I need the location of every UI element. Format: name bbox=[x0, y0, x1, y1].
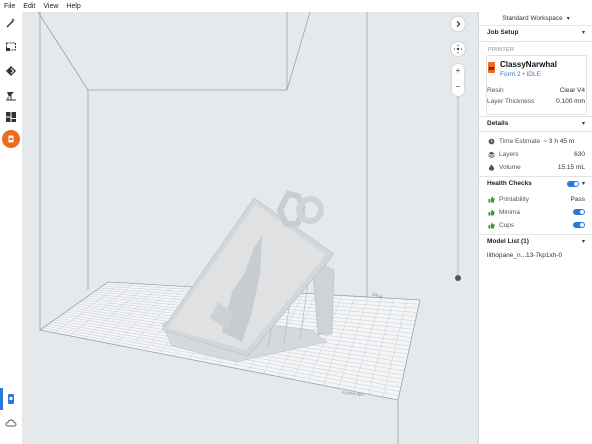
divider bbox=[479, 176, 592, 177]
minima-toggle[interactable] bbox=[573, 209, 585, 215]
layers-value: 630 bbox=[574, 150, 585, 158]
zoom-controls: + − bbox=[452, 64, 464, 96]
select-box-icon[interactable] bbox=[4, 40, 18, 54]
layers-row: Layers 630 bbox=[487, 150, 585, 158]
right-panel: Standard Workspace ▾ Job Setup ▾ PRINTER… bbox=[478, 12, 592, 444]
divider bbox=[479, 116, 592, 117]
menu-view[interactable]: View bbox=[39, 3, 62, 10]
time-estimate-value: ~ 3 h 45 m bbox=[543, 137, 575, 145]
health-checks-toggle[interactable] bbox=[566, 180, 579, 187]
layer-thickness-row[interactable]: Layer Thickness 0.100 mm bbox=[487, 98, 585, 105]
layer-thickness-label: Layer Thickness bbox=[487, 98, 535, 105]
printer-thumbnail-icon bbox=[488, 62, 495, 73]
details-title: Details bbox=[487, 120, 509, 127]
printability-label: Printability bbox=[499, 195, 529, 203]
volume-row: Volume 15.15 mL bbox=[487, 163, 585, 171]
magic-wand-icon[interactable] bbox=[4, 16, 18, 30]
model-list-title: Model List (1) bbox=[487, 238, 529, 245]
zoom-out-button[interactable]: − bbox=[452, 82, 464, 92]
workspace-label: Standard Workspace bbox=[502, 15, 563, 22]
workspace-dropdown[interactable]: Standard Workspace ▾ bbox=[479, 12, 592, 26]
printer-card[interactable]: ClassyNarwhal Form 2 • IDLE bbox=[488, 55, 584, 85]
chevron-down-icon: ▾ bbox=[566, 16, 570, 22]
divider bbox=[479, 234, 592, 235]
printer-name: ClassyNarwhal bbox=[500, 60, 557, 69]
clock-icon bbox=[487, 137, 495, 145]
chevron-down-icon: ▾ bbox=[581, 181, 585, 187]
model-list-header[interactable]: Model List (1) ▾ bbox=[487, 238, 585, 245]
cups-toggle[interactable] bbox=[573, 222, 585, 228]
printer-caption: PRINTER bbox=[488, 47, 515, 53]
minima-label: Minima bbox=[499, 208, 520, 216]
zoom-in-button[interactable]: + bbox=[452, 66, 464, 76]
job-setup-title: Job Setup bbox=[487, 29, 519, 36]
minima-row: Minima bbox=[487, 208, 585, 216]
health-checks-title: Health Checks bbox=[487, 180, 532, 187]
resin-label: Resin bbox=[487, 87, 504, 94]
layer-thickness-value[interactable]: 0.100 mm bbox=[556, 98, 585, 105]
printability-row: Printability Pass bbox=[487, 195, 585, 203]
3d-viewport[interactable]: BACK FORMLABS + − bbox=[22, 12, 478, 444]
print-icon[interactable] bbox=[2, 130, 20, 148]
details-header[interactable]: Details ▾ bbox=[487, 120, 585, 127]
menu-file[interactable]: File bbox=[0, 3, 19, 10]
scene-canvas: BACK FORMLABS bbox=[37, 12, 461, 444]
layers-icon bbox=[487, 150, 495, 158]
chevron-down-icon: ▾ bbox=[581, 239, 585, 245]
model-list-item[interactable]: lithopane_n...13-7kp1xh-0 bbox=[487, 252, 585, 259]
rotate-view-control[interactable] bbox=[451, 42, 465, 56]
plate-label-front: FORMLABS bbox=[342, 390, 365, 397]
cups-row: Cups bbox=[487, 221, 585, 229]
cups-label: Cups bbox=[499, 221, 515, 229]
layout-icon[interactable] bbox=[4, 110, 18, 124]
thumbs-up-icon bbox=[487, 221, 495, 229]
volume-value: 15.15 mL bbox=[557, 163, 585, 171]
health-checks-header[interactable]: Health Checks ▾ bbox=[487, 180, 585, 187]
supports-icon[interactable] bbox=[4, 88, 18, 102]
chevron-down-icon: ▾ bbox=[581, 30, 585, 36]
layers-label: Layers bbox=[499, 150, 519, 158]
orient-icon[interactable] bbox=[4, 64, 18, 78]
chevron-down-icon: ▾ bbox=[581, 121, 585, 127]
printer-device-icon[interactable] bbox=[4, 392, 18, 406]
droplet-icon bbox=[487, 163, 495, 171]
volume-label: Volume bbox=[499, 163, 521, 171]
orbit-icon bbox=[453, 44, 463, 54]
time-estimate-label: Time Estimate bbox=[499, 137, 541, 145]
menu-help[interactable]: Help bbox=[62, 3, 84, 10]
menu-edit[interactable]: Edit bbox=[19, 3, 39, 10]
cloud-icon[interactable] bbox=[4, 416, 18, 430]
left-toolbar bbox=[0, 12, 23, 444]
resin-row[interactable]: Resin Clear V4 bbox=[487, 87, 585, 94]
chevron-right-icon bbox=[456, 21, 461, 27]
collapse-panel-button[interactable] bbox=[451, 17, 465, 31]
resin-value[interactable]: Clear V4 bbox=[560, 87, 585, 94]
thumbs-up-icon bbox=[487, 195, 495, 203]
model-name: lithopane_n...13-7kp1xh-0 bbox=[487, 252, 563, 259]
divider bbox=[479, 41, 592, 42]
printability-value: Pass bbox=[570, 195, 585, 203]
time-estimate-row: Time Estimate ~ 3 h 45 m bbox=[487, 137, 585, 145]
printer-status: Form 2 • IDLE bbox=[500, 71, 541, 78]
job-setup-header[interactable]: Job Setup ▾ bbox=[487, 29, 585, 36]
thumbs-up-icon bbox=[487, 208, 495, 216]
divider bbox=[479, 131, 592, 132]
device-selection-indicator bbox=[0, 388, 3, 410]
